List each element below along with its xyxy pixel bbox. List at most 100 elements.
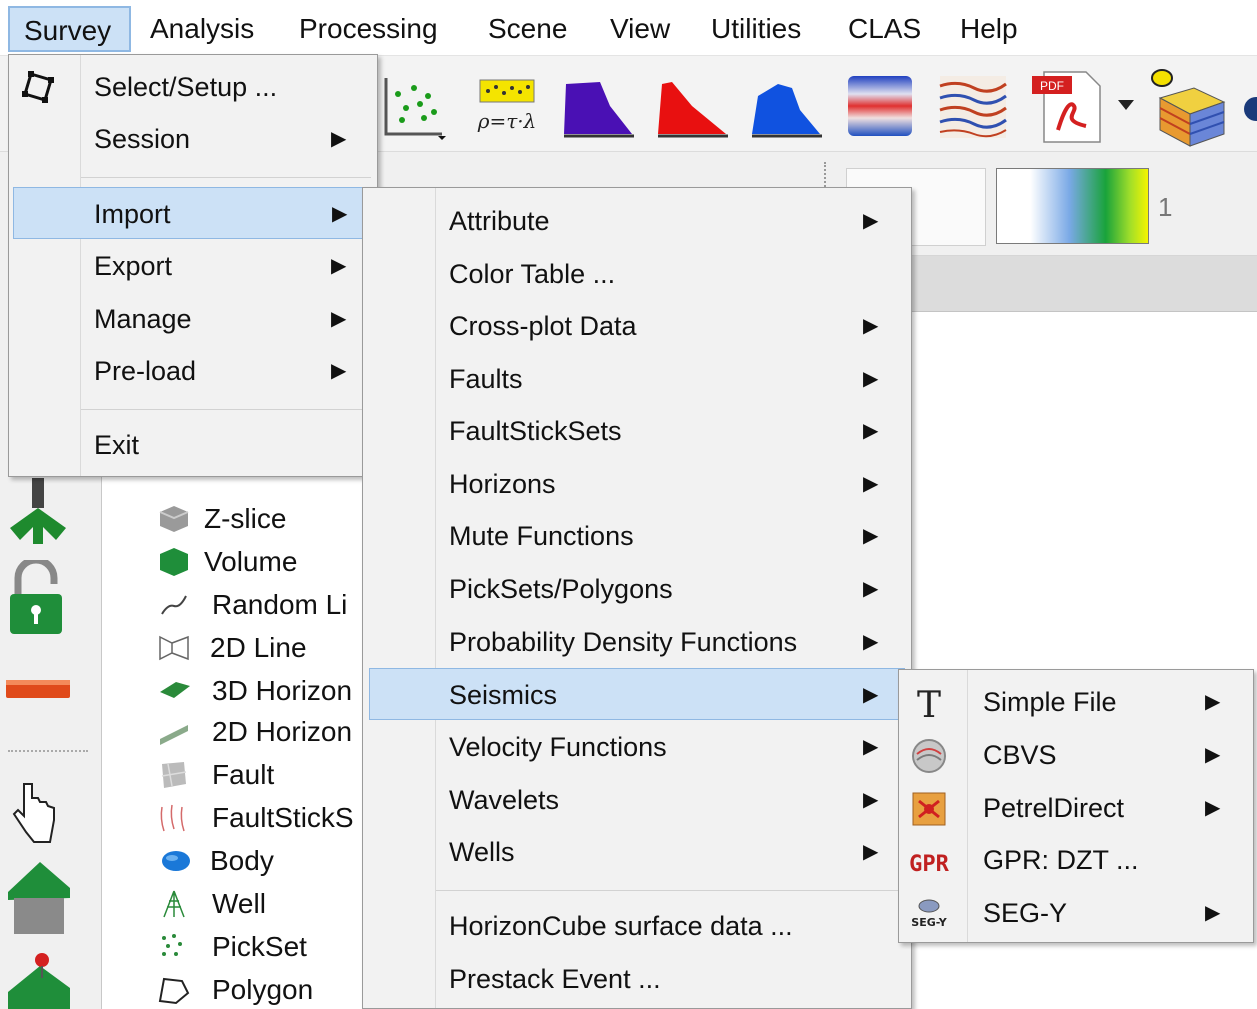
petrel-icon bbox=[911, 791, 947, 827]
submenu-arrow-icon: ▶ bbox=[863, 789, 879, 811]
globe-icon[interactable] bbox=[1240, 94, 1257, 124]
pickset-icon bbox=[158, 932, 190, 962]
red-bar-icon[interactable] bbox=[6, 676, 70, 702]
body-icon bbox=[158, 846, 190, 876]
svg-text:SEG-Y: SEG-Y bbox=[911, 916, 947, 929]
menu-item-prestack-event[interactable]: Prestack Event ... bbox=[363, 953, 911, 1005]
menu-item-select-setup[interactable]: Select/Setup ... bbox=[9, 61, 377, 113]
submenu-arrow-icon: ▶ bbox=[331, 128, 347, 150]
submenu-arrow-icon: ▶ bbox=[1205, 744, 1221, 766]
menu-item-segy[interactable]: SEG-Y SEG-Y ▶ bbox=[899, 887, 1253, 939]
menu-item-gpr-dzt[interactable]: GPR GPR: DZT ... bbox=[899, 834, 1253, 886]
colorbar[interactable] bbox=[996, 168, 1149, 244]
seismic-display-icon[interactable] bbox=[846, 72, 914, 140]
menu-item-manage[interactable]: Manage ▶ bbox=[9, 293, 377, 345]
survey-box-icon[interactable] bbox=[1148, 68, 1228, 148]
svg-text:T: T bbox=[917, 685, 941, 721]
submenu-arrow-icon: ▶ bbox=[1205, 797, 1221, 819]
submenu-arrow-icon: ▶ bbox=[863, 473, 879, 495]
import-menu: Attribute ▶ Color Table ... Cross-plot D… bbox=[362, 187, 912, 1009]
well-icon bbox=[158, 889, 190, 919]
segy-icon: SEG-Y bbox=[909, 896, 948, 932]
select-setup-icon bbox=[21, 69, 55, 103]
menu-item-cbvs[interactable]: CBVS ▶ bbox=[899, 729, 1253, 781]
menu-utilities[interactable]: Utilities bbox=[697, 6, 815, 52]
blue-histogram-icon[interactable] bbox=[748, 76, 826, 140]
menu-item-velocity-functions[interactable]: Velocity Functions ▶ bbox=[363, 721, 911, 773]
submenu-arrow-icon: ▶ bbox=[863, 420, 879, 442]
menu-survey[interactable]: Survey bbox=[8, 6, 131, 52]
menu-item-mute-functions[interactable]: Mute Functions ▶ bbox=[363, 510, 911, 562]
submenu-arrow-icon: ▶ bbox=[863, 631, 879, 653]
menu-help[interactable]: Help bbox=[946, 6, 1032, 52]
toolbar-grip bbox=[824, 162, 828, 190]
menu-item-exit[interactable]: Exit bbox=[9, 419, 377, 471]
text-file-icon: T bbox=[911, 685, 947, 726]
menu-item-export[interactable]: Export ▶ bbox=[9, 240, 377, 292]
zslice-icon bbox=[158, 504, 190, 534]
submenu-arrow-icon: ▶ bbox=[331, 360, 347, 382]
gpr-icon: GPR bbox=[909, 843, 949, 879]
toolbar-separator bbox=[8, 750, 88, 752]
menu-item-probability-density-functions[interactable]: Probability Density Functions ▶ bbox=[363, 616, 911, 668]
3d-horizon-icon bbox=[158, 676, 190, 706]
menu-separator bbox=[81, 177, 371, 178]
fault-icon bbox=[158, 760, 190, 790]
submenu-arrow-icon: ▶ bbox=[331, 255, 347, 277]
menu-item-simple-file[interactable]: T Simple File ▶ bbox=[899, 676, 1253, 728]
submenu-arrow-icon: ▶ bbox=[863, 210, 879, 232]
pdf-export-icon[interactable]: PDF bbox=[1030, 70, 1106, 144]
menu-clas[interactable]: CLAS bbox=[834, 6, 935, 52]
density-formula-icon[interactable]: ρ=τ·λ bbox=[474, 76, 540, 138]
menu-item-crossplot-data[interactable]: Cross-plot Data ▶ bbox=[363, 300, 911, 352]
polygon-icon bbox=[158, 975, 190, 1005]
menubar: Survey Analysis Processing Scene View Ut… bbox=[0, 0, 1257, 56]
lock-icon[interactable] bbox=[8, 556, 64, 636]
home-pin-icon[interactable] bbox=[6, 952, 72, 1009]
2d-horizon-icon bbox=[158, 717, 190, 747]
submenu-arrow-icon: ▶ bbox=[1205, 902, 1221, 924]
menu-item-preload[interactable]: Pre-load ▶ bbox=[9, 345, 377, 397]
seismic-section-icon[interactable] bbox=[938, 72, 1008, 142]
cbvs-icon bbox=[911, 738, 947, 774]
menu-scene[interactable]: Scene bbox=[474, 6, 581, 52]
submenu-arrow-icon: ▶ bbox=[332, 203, 348, 225]
menu-item-petreldirect[interactable]: PetrelDirect ▶ bbox=[899, 782, 1253, 834]
colorbar-label: 1 bbox=[1158, 192, 1173, 222]
menu-item-faults[interactable]: Faults ▶ bbox=[363, 353, 911, 405]
menu-item-horizons[interactable]: Horizons ▶ bbox=[363, 458, 911, 510]
home-icon[interactable] bbox=[6, 858, 72, 938]
menu-item-seismics[interactable]: Seismics ▶ bbox=[369, 668, 905, 720]
move-arrows-icon[interactable] bbox=[6, 478, 70, 546]
submenu-arrow-icon: ▶ bbox=[863, 368, 879, 390]
menu-item-color-table[interactable]: Color Table ... bbox=[363, 248, 911, 300]
submenu-arrow-icon: ▶ bbox=[863, 841, 879, 863]
red-histogram-icon[interactable] bbox=[654, 76, 732, 140]
scatter-plot-icon[interactable] bbox=[380, 74, 452, 144]
menu-view[interactable]: View bbox=[596, 6, 684, 52]
menu-item-faultsticksets[interactable]: FaultStickSets ▶ bbox=[363, 405, 911, 457]
menu-item-import[interactable]: Import ▶ bbox=[13, 187, 373, 239]
seismics-menu: T Simple File ▶ CBVS ▶ PetrelDirect ▶ GP… bbox=[898, 669, 1254, 943]
purple-histogram-icon[interactable] bbox=[560, 76, 638, 140]
2d-line-icon bbox=[158, 633, 190, 663]
menu-analysis[interactable]: Analysis bbox=[136, 6, 268, 52]
menu-separator bbox=[81, 409, 371, 410]
menu-item-session[interactable]: Session ▶ bbox=[9, 113, 377, 165]
submenu-arrow-icon: ▶ bbox=[863, 736, 879, 758]
menu-item-attribute[interactable]: Attribute ▶ bbox=[363, 195, 911, 247]
dropdown-arrow-icon[interactable] bbox=[1116, 98, 1136, 112]
svg-text:GPR: GPR bbox=[909, 852, 949, 877]
submenu-arrow-icon: ▶ bbox=[863, 578, 879, 600]
submenu-arrow-icon: ▶ bbox=[863, 315, 879, 337]
pointer-hand-icon[interactable] bbox=[12, 780, 56, 844]
submenu-arrow-icon: ▶ bbox=[863, 684, 879, 706]
volume-icon bbox=[158, 547, 190, 577]
menu-item-wells[interactable]: Wells ▶ bbox=[363, 826, 911, 878]
svg-text:PDF: PDF bbox=[1040, 79, 1064, 93]
submenu-arrow-icon: ▶ bbox=[863, 525, 879, 547]
menu-processing[interactable]: Processing bbox=[285, 6, 452, 52]
menu-item-picksets-polygons[interactable]: PickSets/Polygons ▶ bbox=[363, 563, 911, 615]
menu-item-horizoncube-surface-data[interactable]: HorizonCube surface data ... bbox=[363, 900, 911, 952]
menu-item-wavelets[interactable]: Wavelets ▶ bbox=[363, 774, 911, 826]
